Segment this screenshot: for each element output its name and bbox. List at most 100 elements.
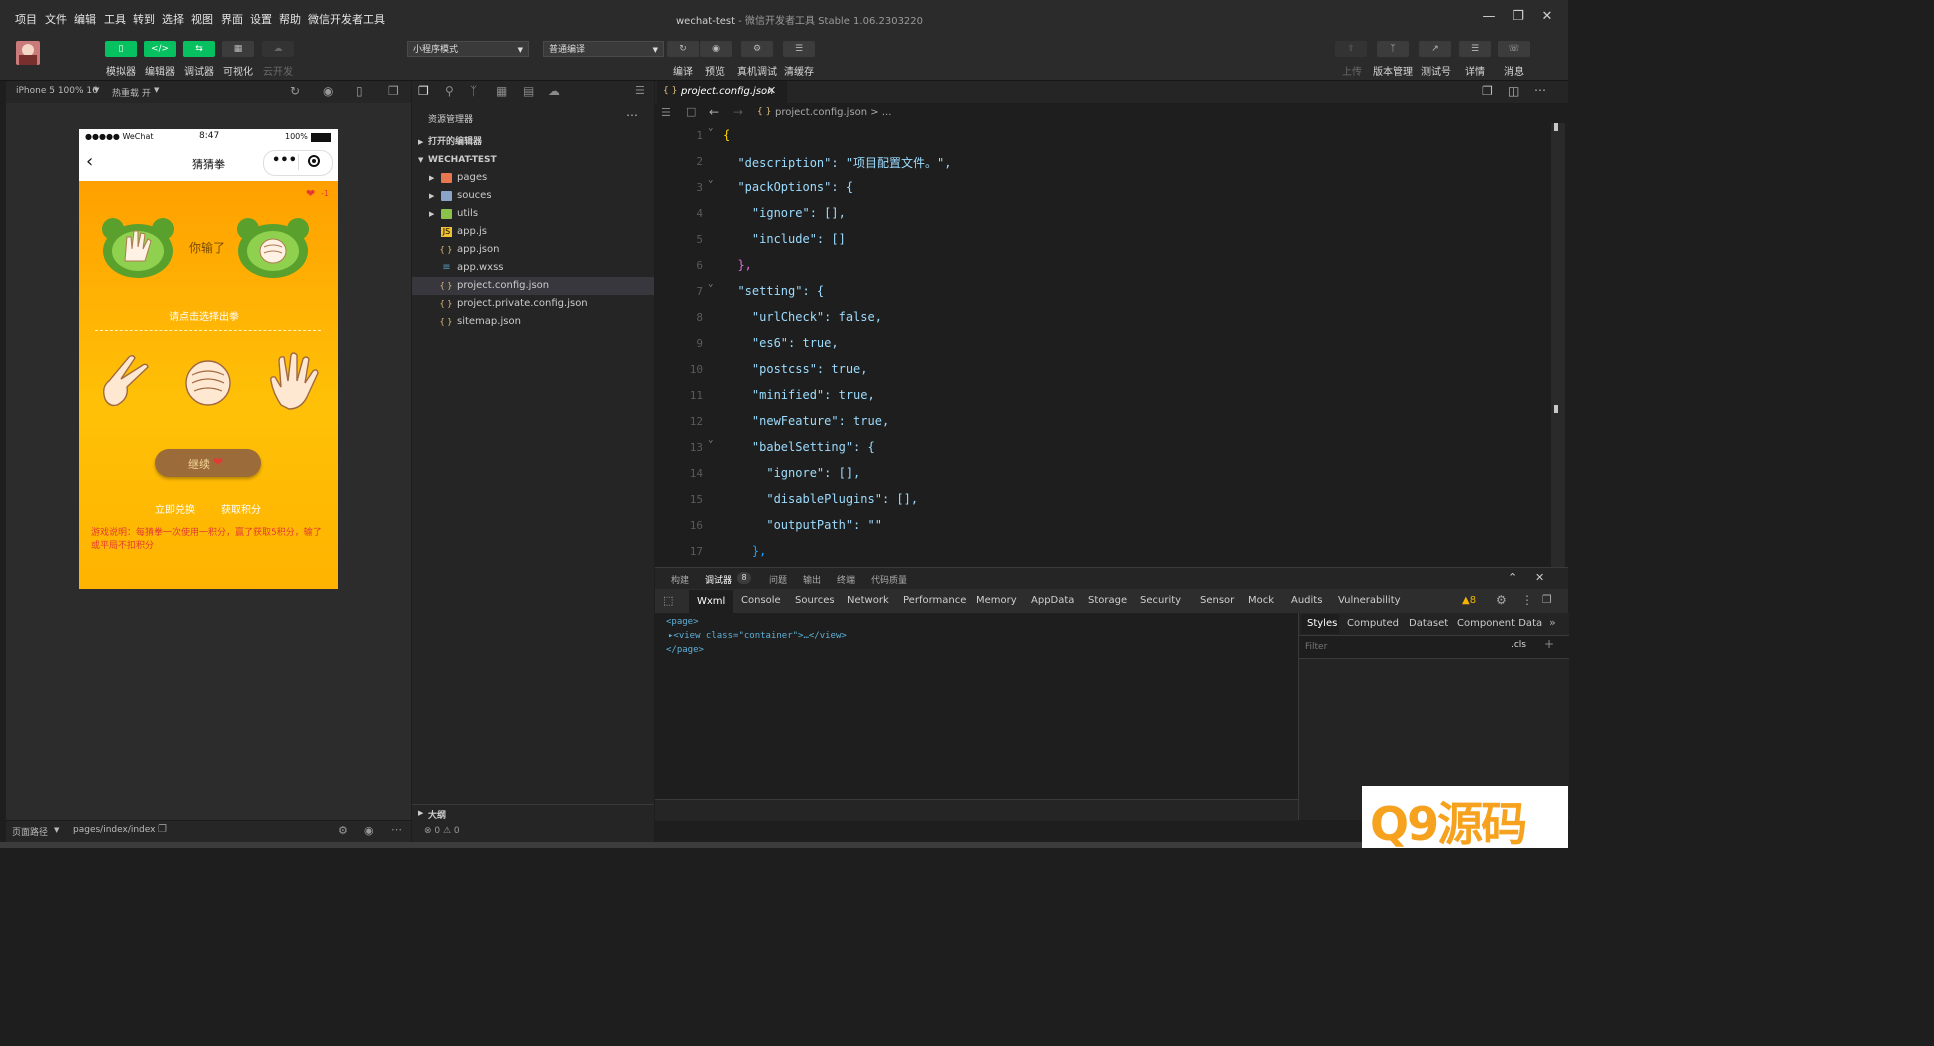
inspect-element-icon[interactable]: ⬚ xyxy=(663,594,673,607)
more-icon[interactable]: ⋯ xyxy=(626,108,638,122)
editor-toggle-button[interactable]: </> xyxy=(144,41,176,57)
menu-project[interactable]: 项目 xyxy=(15,11,37,27)
tab-computed[interactable]: Computed xyxy=(1347,618,1399,629)
close-tab-icon[interactable]: ✕ xyxy=(767,84,776,97)
chevron-double-right-icon[interactable]: » xyxy=(1549,616,1556,629)
tab-code-quality[interactable]: 代码质量 xyxy=(871,573,907,586)
open-editors-section[interactable]: ▶ 打开的编辑器 xyxy=(412,133,654,151)
tab-project-config-json[interactable]: { } project.config.json ✕ xyxy=(657,81,787,103)
minimize-button[interactable]: — xyxy=(1480,8,1498,26)
continue-button[interactable]: 继续 ❤ xyxy=(155,449,261,477)
tab-problems[interactable]: 问题 xyxy=(769,573,787,586)
tab-debugger[interactable]: 调试器 xyxy=(705,573,732,586)
tab-mock[interactable]: Mock xyxy=(1248,595,1274,606)
hot-reload-toggle[interactable]: 热重载 开 xyxy=(112,86,151,99)
tab-sources[interactable]: Sources xyxy=(795,595,835,606)
outline-section[interactable]: ▶ 大纲 xyxy=(412,804,654,823)
tab-component-data[interactable]: Component Data xyxy=(1457,618,1542,629)
cls-toggle[interactable]: .cls xyxy=(1511,640,1526,650)
tree-item-pages[interactable]: ▶ pages xyxy=(412,169,654,187)
tree-item-souces[interactable]: ▶ souces xyxy=(412,187,654,205)
cloud-dev-button[interactable]: ☁ xyxy=(262,41,294,57)
compile-select[interactable]: 普通编译 ▼ xyxy=(543,41,664,57)
page-path-label[interactable]: 页面路径 xyxy=(12,825,48,838)
phone-icon[interactable]: ▯ xyxy=(356,84,363,98)
exchange-link[interactable]: 立即兑换 xyxy=(155,501,195,516)
menu-devtools[interactable]: 微信开发者工具 xyxy=(308,11,385,27)
tab-vulnerability[interactable]: Vulnerability xyxy=(1338,595,1401,606)
messages-button[interactable]: ☏ xyxy=(1498,41,1530,57)
debugger-toggle-button[interactable]: ⇆ xyxy=(183,41,215,57)
problems-count[interactable]: ⊗ 0 ⚠ 0 xyxy=(424,826,460,836)
storage-icon[interactable]: ▤ xyxy=(523,84,534,98)
list-icon[interactable]: ☰ xyxy=(661,106,671,119)
chevron-up-icon[interactable]: ⌃ xyxy=(1508,571,1517,584)
fold-chevron-icon[interactable]: ⌄ xyxy=(708,175,713,185)
record-icon[interactable]: ◉ xyxy=(323,84,333,98)
close-panel-icon[interactable]: ✕ xyxy=(1535,571,1544,584)
compile-button[interactable]: ↻ xyxy=(667,41,699,57)
maximize-button[interactable]: ❐ xyxy=(1509,8,1527,26)
visual-toggle-button[interactable]: ▦ xyxy=(222,41,254,57)
rotate-icon[interactable]: ↻ xyxy=(290,84,300,98)
tree-item-app-json[interactable]: { } app.json xyxy=(412,241,654,259)
copy-icon[interactable]: ❐ xyxy=(158,824,167,835)
collapse-panel-icon[interactable]: ☰ xyxy=(635,84,645,97)
menu-interface[interactable]: 界面 xyxy=(221,11,243,27)
tab-build[interactable]: 构建 xyxy=(671,573,689,586)
menu-goto[interactable]: 转到 xyxy=(133,11,155,27)
tree-item-project-config-json[interactable]: { } project.config.json xyxy=(412,277,654,295)
detach-window-icon[interactable]: ❐ xyxy=(388,84,399,98)
tab-dataset[interactable]: Dataset xyxy=(1409,618,1448,629)
paper-hand-icon[interactable] xyxy=(265,351,321,411)
wxml-node[interactable]: ▸<view class="container">…</view> xyxy=(668,631,847,641)
bookmark-icon[interactable]: □ xyxy=(686,105,696,118)
more-icon[interactable]: ••• xyxy=(272,153,297,168)
tab-styles[interactable]: Styles xyxy=(1301,614,1339,634)
add-rule-icon[interactable]: + xyxy=(1544,637,1554,651)
project-section[interactable]: ▼ WECHAT-TEST xyxy=(412,151,654,169)
more-vertical-icon[interactable]: ⋮ xyxy=(1521,593,1533,607)
upload-button[interactable]: ⇧ xyxy=(1335,41,1367,57)
close-window-button[interactable]: ✕ xyxy=(1538,8,1556,26)
menu-view[interactable]: 视图 xyxy=(191,11,213,27)
tab-appdata[interactable]: AppData xyxy=(1031,595,1074,606)
menu-select[interactable]: 选择 xyxy=(162,11,184,27)
style-filter-input[interactable] xyxy=(1303,638,1503,656)
more-icon[interactable]: ⋯ xyxy=(391,823,402,836)
tab-console[interactable]: Console xyxy=(741,595,781,606)
forward-arrow-icon[interactable]: → xyxy=(733,105,743,119)
tab-output[interactable]: 输出 xyxy=(803,573,821,586)
warning-count[interactable]: ▲8 xyxy=(1462,595,1476,606)
tree-item-project-private-config-json[interactable]: { } project.private.config.json xyxy=(412,295,654,313)
tab-wxml[interactable]: Wxml xyxy=(689,590,733,613)
version-button[interactable]: ᛉ xyxy=(1377,41,1409,57)
tab-terminal[interactable]: 终端 xyxy=(837,573,855,586)
menu-help[interactable]: 帮助 xyxy=(279,11,301,27)
clear-cache-button[interactable]: ☰ xyxy=(783,41,815,57)
get-points-link[interactable]: 获取积分 xyxy=(221,501,261,516)
tab-sensor[interactable]: Sensor xyxy=(1200,595,1234,606)
cloud-icon[interactable]: ☁ xyxy=(548,84,560,98)
mode-select[interactable]: 小程序模式 ▼ xyxy=(407,41,529,57)
wxml-node[interactable]: <page> xyxy=(666,617,699,627)
gear-icon[interactable]: ⚙ xyxy=(1496,593,1507,607)
back-arrow-icon[interactable]: ← xyxy=(709,105,719,119)
tree-item-sitemap-json[interactable]: { } sitemap.json xyxy=(412,313,654,331)
code-editor[interactable]: 1 2 3 4 5 6 7 8 9 10 11 12 13 14 15 16 1… xyxy=(655,123,1568,567)
details-button[interactable]: ☰ xyxy=(1459,41,1491,57)
scissors-hand-icon[interactable] xyxy=(95,351,151,411)
tab-performance[interactable]: Performance xyxy=(903,595,966,606)
test-account-button[interactable]: ↗ xyxy=(1419,41,1451,57)
open-changes-icon[interactable]: ❐ xyxy=(1482,84,1493,98)
back-arrow-icon[interactable]: ‹ xyxy=(86,151,93,172)
source-control-icon[interactable]: ᛉ xyxy=(470,84,477,98)
menu-file[interactable]: 文件 xyxy=(45,11,67,27)
split-editor-icon[interactable]: ◫ xyxy=(1508,84,1519,98)
undock-icon[interactable]: ❐ xyxy=(1542,593,1552,606)
search-icon[interactable]: ⚲ xyxy=(445,84,454,98)
remote-debug-button[interactable]: ⚙ xyxy=(741,41,773,57)
fold-chevron-icon[interactable]: ⌄ xyxy=(708,123,713,133)
close-mini-icon[interactable] xyxy=(308,155,320,167)
tab-memory[interactable]: Memory xyxy=(976,595,1017,606)
